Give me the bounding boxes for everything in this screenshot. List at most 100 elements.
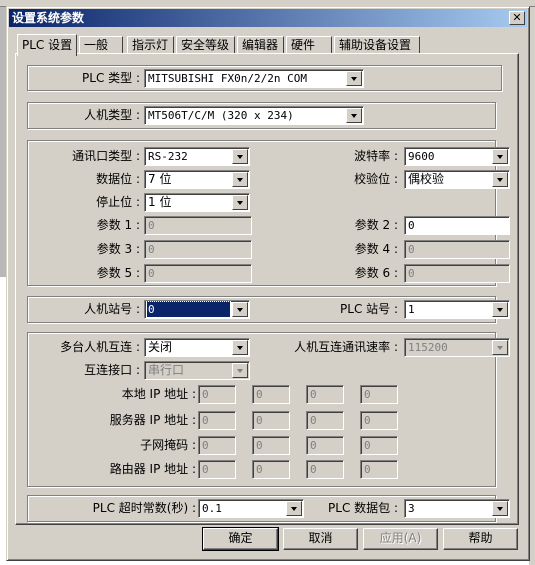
ok-button[interactable]: 确定 [202, 527, 279, 551]
tab-auxiliary-device[interactable]: 辅助设备设置 [334, 36, 420, 54]
param6-label: 参数 6 : [354, 266, 398, 280]
multi-hmi-group: 多台人机互连 : 关闭 人机互连通讯速率 : 115200 互连接口 : 串行口… [27, 332, 510, 487]
baud-rate-value: 9600 [408, 150, 435, 163]
plc-packet-select[interactable]: 3 [404, 499, 510, 518]
chevron-down-icon [492, 340, 508, 355]
tab-security-level[interactable]: 安全等级 [176, 36, 235, 54]
router-ip-octet-4: 0 [360, 460, 398, 479]
local-ip-octet-3: 0 [306, 385, 344, 404]
chevron-down-icon[interactable] [232, 149, 248, 164]
link-rate-value: 115200 [408, 341, 448, 354]
local-ip-octet-2: 0 [252, 385, 290, 404]
param1-input: 0 [144, 216, 252, 235]
plc-timeout-value: 0.1 [202, 502, 222, 515]
param3-label: 参数 3 : [96, 242, 140, 256]
plc-station-select[interactable]: 1 [404, 300, 510, 319]
close-button[interactable]: ✕ [509, 11, 525, 25]
hmi-type-value: MT506T/C/M (320 x 234) [148, 109, 294, 122]
cancel-button[interactable]: 取消 [283, 528, 358, 550]
hmi-station-value: 0 [146, 301, 231, 318]
chevron-down-icon[interactable] [492, 501, 508, 516]
chevron-down-icon[interactable] [346, 71, 362, 86]
subnet-octet-1: 0 [198, 436, 236, 455]
router-ip-octet-2: 0 [252, 460, 290, 479]
port-type-select[interactable]: RS-232 [144, 147, 250, 166]
param4-label: 参数 4 : [354, 242, 398, 256]
chevron-down-icon[interactable] [232, 302, 248, 317]
data-bits-label: 数据位 : [96, 172, 140, 186]
server-ip-octet-4: 0 [360, 411, 398, 430]
multi-hmi-select[interactable]: 关闭 [144, 338, 250, 357]
server-ip-octet-3: 0 [306, 411, 344, 430]
station-group: 人机站号 : 0 PLC 站号 : 1 [27, 296, 510, 323]
stop-bits-label: 停止位 : [96, 195, 140, 209]
link-port-value: 串行口 [148, 363, 185, 377]
param2-label: 参数 2 : [354, 218, 398, 232]
chevron-down-icon[interactable] [492, 172, 508, 187]
plc-timeout-select[interactable]: 0.1 [198, 499, 304, 518]
hmi-station-label: 人机站号 : [84, 302, 140, 316]
tab-hardware[interactable]: 硬件 [286, 36, 332, 54]
chevron-down-icon[interactable] [492, 149, 508, 164]
multi-hmi-value: 关闭 [148, 340, 173, 354]
tab-plc-settings[interactable]: PLC 设置 [17, 34, 77, 56]
server-ip-octet-1: 0 [198, 411, 236, 430]
param5-input: 0 [144, 264, 252, 283]
port-type-label: 通讯口类型 : [72, 149, 140, 163]
plc-packet-label: PLC 数据包 : [328, 501, 398, 515]
link-rate-select: 115200 [404, 338, 510, 357]
parity-value: 偶校验 [408, 172, 445, 186]
plc-type-label: PLC 类型 : [82, 71, 140, 85]
parity-select[interactable]: 偶校验 [404, 170, 510, 189]
help-button[interactable]: 帮助 [443, 528, 518, 550]
plc-type-select[interactable]: MITSUBISHI FX0n/2/2n COM [144, 69, 364, 88]
server-ip-octet-2: 0 [252, 411, 290, 430]
tab-indicator[interactable]: 指示灯 [127, 36, 174, 54]
parity-label: 校验位 : [354, 172, 398, 186]
chevron-down-icon[interactable] [232, 195, 248, 210]
param5-label: 参数 5 : [96, 266, 140, 280]
server-ip-label: 服务器 IP 地址 : [109, 413, 196, 427]
stop-bits-select[interactable]: 1 位 [144, 193, 250, 212]
chevron-down-icon[interactable] [232, 172, 248, 187]
baud-rate-select[interactable]: 9600 [404, 147, 510, 166]
local-ip-octet-1: 0 [198, 385, 236, 404]
tab-editor[interactable]: 编辑器 [237, 36, 284, 54]
port-type-value: RS-232 [148, 150, 188, 163]
title-bar: 设置系统参数 ✕ [9, 9, 527, 27]
link-rate-label: 人机互连通讯速率 : [294, 340, 398, 354]
stop-bits-value: 1 位 [148, 195, 172, 209]
plc-type-value: MITSUBISHI FX0n/2/2n COM [148, 72, 307, 85]
router-ip-label: 路由器 IP 地址 : [109, 462, 196, 476]
hmi-station-select[interactable]: 0 [144, 300, 250, 319]
hmi-type-select[interactable]: MT506T/C/M (320 x 234) [144, 106, 364, 125]
param6-input: 0 [404, 264, 510, 283]
baud-rate-label: 波特率 : [354, 149, 398, 163]
chevron-down-icon[interactable] [492, 302, 508, 317]
plc-timeout-label: PLC 超时常数(秒) : [92, 501, 196, 515]
tab-general[interactable]: 一般 [79, 36, 123, 54]
plc-station-label: PLC 站号 : [340, 302, 398, 316]
data-bits-value: 7 位 [148, 172, 172, 186]
local-ip-octet-4: 0 [360, 385, 398, 404]
chevron-down-icon[interactable] [346, 108, 362, 123]
chevron-down-icon[interactable] [232, 340, 248, 355]
system-parameters-dialog: 设置系统参数 ✕ PLC 设置 一般 指示灯 安全等级 编辑器 硬件 辅助设备设… [6, 6, 530, 561]
data-bits-select[interactable]: 7 位 [144, 170, 250, 189]
subnet-octet-3: 0 [306, 436, 344, 455]
plc-type-group: PLC 类型 : MITSUBISHI FX0n/2/2n COM [27, 65, 502, 91]
param4-input: 0 [404, 240, 510, 259]
hmi-type-group: 人机类型 : MT506T/C/M (320 x 234) [27, 102, 496, 129]
local-ip-label: 本地 IP 地址 : [121, 387, 196, 401]
window-title: 设置系统参数 [12, 11, 85, 25]
param2-input[interactable]: 0 [404, 216, 510, 235]
apply-button: 应用(A) [363, 528, 438, 550]
link-port-select: 串行口 [144, 361, 250, 380]
chevron-down-icon [232, 363, 248, 378]
communication-group: 通讯口类型 : RS-232 波特率 : 9600 数据位 : 7 位 校验位 … [27, 140, 510, 286]
tab-panel-plc-settings: PLC 类型 : MITSUBISHI FX0n/2/2n COM 人机类型 :… [15, 53, 519, 525]
subnet-octet-4: 0 [360, 436, 398, 455]
param3-input: 0 [144, 240, 252, 259]
router-ip-octet-3: 0 [306, 460, 344, 479]
router-ip-octet-1: 0 [198, 460, 236, 479]
